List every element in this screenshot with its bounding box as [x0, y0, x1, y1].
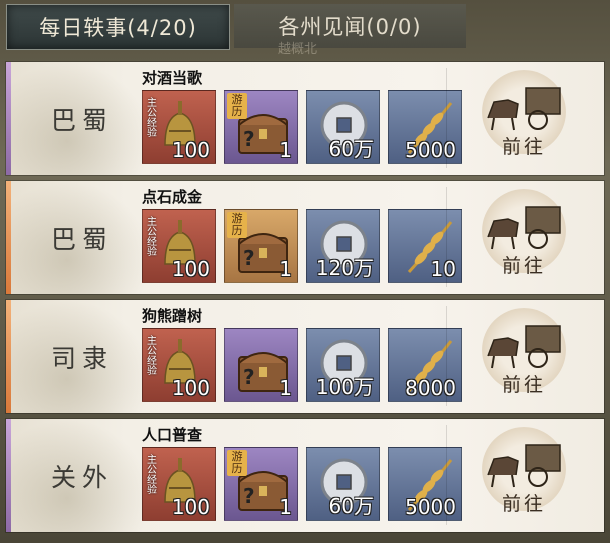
region-name: 司隶 [50, 343, 113, 373]
task-row: 司隶 狗熊蹭树主公经验 100? 1 100万 8000 前往 [6, 300, 604, 413]
region-name: 巴蜀 [50, 105, 113, 135]
reward-exp-item[interactable]: 主公经验 100 [142, 209, 216, 283]
reward-count: 1 [279, 138, 292, 162]
reward-coin-item[interactable]: 60万 [306, 90, 380, 164]
reward-grain-item[interactable]: 8000 [388, 328, 462, 402]
task-title: 对酒当歌 [142, 69, 203, 87]
reward-count: 10 [430, 257, 456, 281]
tab-bar: 每日轶事(4/20) 各州见闻(0/0) 越概北 [0, 0, 610, 58]
reward-tag: 主公经验 [147, 336, 157, 377]
go-button[interactable]: 前往 [472, 70, 576, 166]
reward-count: 1 [279, 376, 292, 400]
reward-tag: 游历 [227, 93, 247, 119]
reward-coin-item[interactable]: 100万 [306, 328, 380, 402]
tab-state-news-label: 各州见闻(0/0) [278, 15, 422, 39]
tab-daily-anecdotes-label: 每日轶事(4/20) [39, 16, 197, 40]
row-divider [446, 68, 447, 168]
go-button-label: 前往 [501, 493, 546, 515]
go-button[interactable]: 前往 [472, 308, 576, 404]
reward-count: 5000 [405, 138, 456, 162]
reward-count: 100万 [315, 375, 374, 399]
reward-count: 5000 [405, 495, 456, 519]
region-name: 关外 [50, 462, 113, 492]
task-title: 人口普查 [142, 426, 203, 444]
reward-count: 100 [171, 376, 210, 400]
row-divider [446, 306, 447, 406]
reward-count: 100 [171, 257, 210, 281]
reward-tag: 主公经验 [147, 455, 157, 496]
reward-count: 60万 [328, 137, 374, 161]
question-mark-icon: ? [243, 365, 255, 389]
reward-chest-item[interactable]: ? 游历 1 [224, 447, 298, 521]
reward-grain-item[interactable]: 10 [388, 209, 462, 283]
go-button-label: 前往 [501, 136, 546, 158]
reward-count: 100 [171, 138, 210, 162]
reward-coin-item[interactable]: 120万 [306, 209, 380, 283]
go-button-label: 前往 [501, 374, 546, 396]
reward-chest-item[interactable]: ? 游历 1 [224, 209, 298, 283]
reward-chest-item[interactable]: ? 1 [224, 328, 298, 402]
reward-count: 1 [279, 257, 292, 281]
go-button[interactable]: 前往 [472, 189, 576, 285]
reward-chest-item[interactable]: ? 游历 1 [224, 90, 298, 164]
reward-exp-item[interactable]: 主公经验 100 [142, 328, 216, 402]
reward-count: 100 [171, 495, 210, 519]
reward-grain-item[interactable]: 5000 [388, 447, 462, 521]
task-row: 巴蜀 点石成金主公经验 100? 游历 1 120万 10 前往 [6, 181, 604, 294]
question-mark-icon: ? [243, 484, 255, 508]
go-button-label: 前往 [501, 255, 546, 277]
reward-count: 60万 [328, 494, 374, 518]
tab-state-news[interactable]: 各州见闻(0/0) [234, 4, 466, 48]
row-divider [446, 425, 447, 525]
task-title: 点石成金 [142, 188, 203, 206]
reward-tag: 游历 [227, 212, 247, 238]
reward-coin-item[interactable]: 60万 [306, 447, 380, 521]
reward-grain-item[interactable]: 5000 [388, 90, 462, 164]
background-faded-text: 越概北 [278, 42, 318, 57]
question-mark-icon: ? [243, 246, 255, 270]
task-row: 关外 人口普查主公经验 100? 游历 1 60万 5000 前往 [6, 419, 604, 532]
reward-exp-item[interactable]: 主公经验 100 [142, 90, 216, 164]
go-button[interactable]: 前往 [472, 427, 576, 523]
tab-daily-anecdotes[interactable]: 每日轶事(4/20) [6, 4, 230, 50]
reward-count: 1 [279, 495, 292, 519]
task-title: 狗熊蹭树 [142, 307, 203, 325]
reward-count: 8000 [405, 376, 456, 400]
question-mark-icon: ? [243, 127, 255, 151]
reward-exp-item[interactable]: 主公经验 100 [142, 447, 216, 521]
region-name: 巴蜀 [50, 224, 113, 254]
reward-tag: 主公经验 [147, 98, 157, 139]
reward-tag: 游历 [227, 450, 247, 476]
task-row: 巴蜀 对酒当歌主公经验 100? 游历 1 60万 5000 前往 [6, 62, 604, 175]
reward-count: 120万 [315, 256, 374, 280]
reward-tag: 主公经验 [147, 217, 157, 258]
row-divider [446, 187, 447, 287]
